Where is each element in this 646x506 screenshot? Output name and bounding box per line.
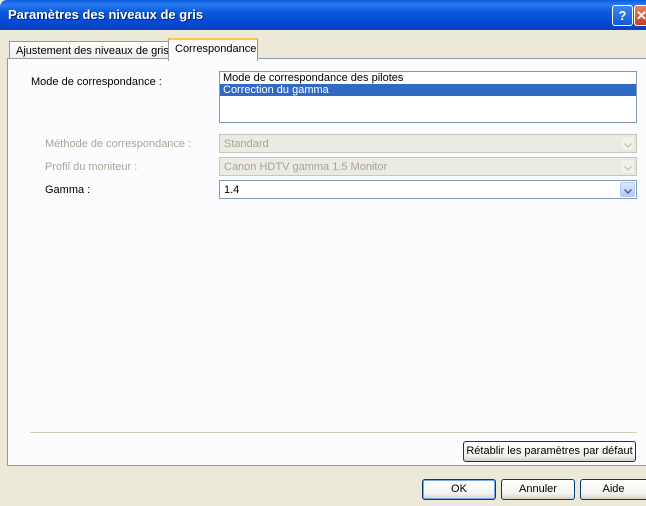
close-icon: ✕ — [636, 8, 646, 23]
dialog-window: Paramètres des niveaux de gris ? ✕ Ajust… — [0, 0, 646, 506]
gamma-select[interactable]: 1.4 — [219, 180, 637, 199]
chevron-down-icon[interactable] — [620, 182, 635, 197]
gamma-value: 1.4 — [224, 184, 240, 196]
tab-matching[interactable]: Correspondance — [168, 38, 258, 61]
monitor-profile-select: Canon HDTV gamma 1.5 Monitor — [219, 157, 637, 176]
matching-mode-label: Mode de correspondance : — [31, 76, 162, 88]
help-label: Aide — [602, 483, 625, 495]
chevron-down-icon — [620, 159, 635, 174]
help-title-button[interactable]: ? — [612, 5, 633, 26]
monitor-profile-label: Profil du moniteur : — [45, 161, 138, 173]
divider — [30, 432, 637, 434]
reset-defaults-label: Rétablir les paramètres par défaut — [466, 445, 633, 457]
tab-label: Ajustement des niveaux de gris — [16, 45, 169, 57]
window-title: Paramètres des niveaux de gris — [8, 7, 204, 22]
question-icon: ? — [618, 8, 627, 23]
cancel-button[interactable]: Annuler — [501, 479, 575, 500]
matching-mode-listbox[interactable]: Mode de correspondance des pilotes Corre… — [219, 71, 637, 123]
cancel-label: Annuler — [519, 483, 557, 495]
tab-label: Correspondance — [175, 43, 257, 55]
list-item[interactable]: Mode de correspondance des pilotes — [220, 72, 636, 84]
help-button[interactable]: Aide — [580, 479, 646, 500]
chevron-down-icon — [620, 136, 635, 151]
close-button[interactable]: ✕ — [634, 5, 646, 26]
monitor-profile-value: Canon HDTV gamma 1.5 Monitor — [224, 161, 388, 173]
matching-method-value: Standard — [224, 138, 269, 150]
matching-method-label: Méthode de correspondance : — [45, 138, 192, 150]
list-item-selected[interactable]: Correction du gamma — [220, 84, 636, 96]
matching-method-select: Standard — [219, 134, 637, 153]
ok-button[interactable]: OK — [422, 479, 496, 500]
ok-label: OK — [451, 483, 467, 495]
reset-defaults-button[interactable]: Rétablir les paramètres par défaut — [463, 441, 636, 462]
title-bar[interactable]: Paramètres des niveaux de gris ? ✕ — [0, 0, 646, 30]
gamma-label: Gamma : — [45, 184, 91, 196]
